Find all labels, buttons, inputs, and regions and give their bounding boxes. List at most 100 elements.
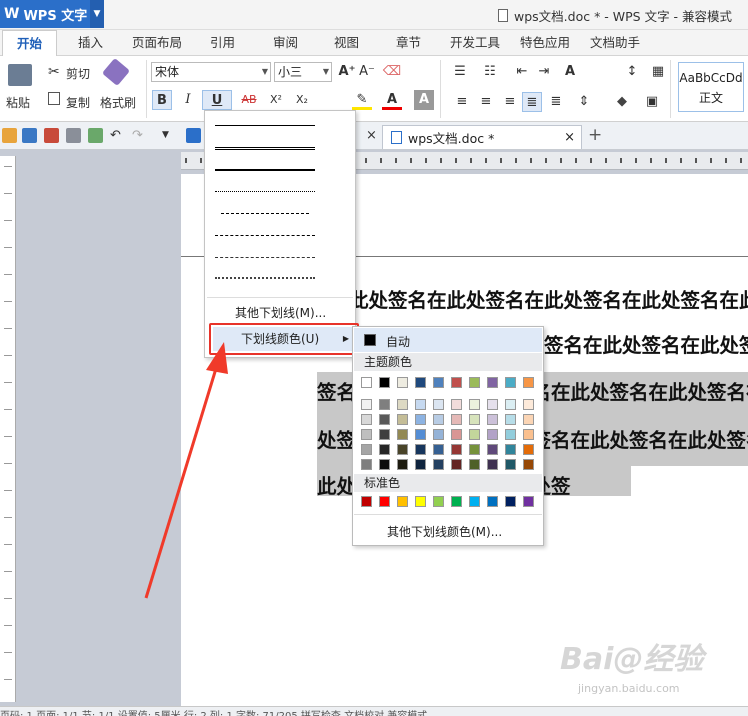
underline-dotted[interactable] <box>215 191 315 192</box>
print-preview-icon[interactable] <box>88 128 103 143</box>
color-swatch[interactable] <box>397 496 408 507</box>
app-menu-button[interactable]: W WPS 文字 ▼ <box>0 0 104 28</box>
color-swatch[interactable] <box>505 414 516 425</box>
color-swatch[interactable] <box>487 429 498 440</box>
color-swatch[interactable] <box>451 496 462 507</box>
color-swatch[interactable] <box>523 444 534 455</box>
color-swatch[interactable] <box>433 399 444 410</box>
tab-developer[interactable]: 开发工具 <box>450 30 500 56</box>
color-swatch[interactable] <box>523 377 534 388</box>
color-swatch[interactable] <box>415 459 426 470</box>
tab-view[interactable]: 视图 <box>334 30 359 56</box>
color-swatch[interactable] <box>415 414 426 425</box>
color-swatch[interactable] <box>415 377 426 388</box>
color-swatch[interactable] <box>433 496 444 507</box>
cut-button[interactable]: 剪切 <box>66 65 90 82</box>
color-swatch[interactable] <box>505 496 516 507</box>
color-swatch[interactable] <box>361 399 372 410</box>
color-swatch[interactable] <box>361 496 372 507</box>
tab-start[interactable]: 开始 <box>2 30 58 57</box>
document-tab[interactable]: wps文档.doc * × <box>382 125 582 149</box>
chevron-down-icon[interactable]: ▼ <box>90 0 104 28</box>
color-swatch[interactable] <box>469 377 480 388</box>
underline-wave[interactable] <box>215 277 315 279</box>
paragraph-shading-icon[interactable]: ◆ <box>612 92 632 112</box>
char-shading-icon[interactable]: A <box>414 90 434 110</box>
save-icon[interactable] <box>22 128 37 143</box>
color-swatch[interactable] <box>505 429 516 440</box>
color-swatch[interactable] <box>397 377 408 388</box>
text-line[interactable]: 此处签名在此处签名在此处签名在此处签名在此处签 <box>349 284 748 313</box>
tab-insert[interactable]: 插入 <box>78 30 103 56</box>
font-color-icon[interactable]: A <box>382 90 402 110</box>
paste-icon[interactable] <box>8 64 32 86</box>
color-swatch[interactable] <box>451 429 462 440</box>
color-swatch[interactable] <box>433 414 444 425</box>
tab-reference[interactable]: 引用 <box>210 30 235 56</box>
close-tab-icon[interactable]: × <box>564 130 575 145</box>
color-swatch[interactable] <box>379 496 390 507</box>
color-swatch[interactable] <box>451 459 462 470</box>
color-swatch[interactable] <box>415 444 426 455</box>
more-underlines-item[interactable]: 其他下划线(M)... <box>235 304 326 321</box>
align-center-icon[interactable]: ≡ <box>476 92 496 112</box>
undo-icon[interactable]: ↶ <box>110 128 125 143</box>
color-swatch[interactable] <box>397 429 408 440</box>
color-swatch[interactable] <box>505 399 516 410</box>
distribute-icon[interactable]: ≣ <box>546 92 566 112</box>
color-swatch[interactable] <box>397 414 408 425</box>
color-swatch[interactable] <box>415 429 426 440</box>
copy-button[interactable]: 复制 <box>66 94 90 111</box>
font-size-select[interactable]: 小三 ▼ <box>274 62 332 82</box>
color-swatch[interactable] <box>379 399 390 410</box>
underline-button[interactable]: U <box>202 90 232 110</box>
line-spacing-icon[interactable]: ⇕ <box>574 92 594 112</box>
color-swatch[interactable] <box>361 429 372 440</box>
color-swatch[interactable] <box>379 414 390 425</box>
color-swatch[interactable] <box>433 429 444 440</box>
format-painter-button[interactable]: 格式刷 <box>100 94 136 111</box>
grow-font-icon[interactable]: A⁺ <box>337 62 357 82</box>
decrease-indent-icon[interactable]: ⇤ <box>512 62 532 82</box>
border-icon[interactable]: ▣ <box>642 92 662 112</box>
more-underline-colors-item[interactable]: 其他下划线颜色(M)... <box>387 523 502 540</box>
tab-doc-helper[interactable]: 文档助手 <box>590 30 640 56</box>
highlight-icon[interactable]: ✎ <box>352 90 372 110</box>
export-pdf-icon[interactable] <box>44 128 59 143</box>
color-swatch[interactable] <box>469 399 480 410</box>
color-swatch[interactable] <box>379 444 390 455</box>
color-swatch[interactable] <box>415 399 426 410</box>
customize-toolbar-icon[interactable]: ▼ <box>162 128 177 143</box>
shrink-font-icon[interactable]: A⁻ <box>357 62 377 82</box>
increase-indent-icon[interactable]: ⇥ <box>534 62 554 82</box>
color-swatch[interactable] <box>451 377 462 388</box>
new-tab-icon[interactable]: + <box>588 127 603 144</box>
table-icon[interactable]: ▦ <box>648 62 668 82</box>
color-swatch[interactable] <box>469 429 480 440</box>
tab-section[interactable]: 章节 <box>396 30 421 56</box>
color-swatch[interactable] <box>379 377 390 388</box>
redo-icon[interactable]: ↷ <box>132 128 147 143</box>
color-swatch[interactable] <box>397 399 408 410</box>
color-swatch[interactable] <box>523 429 534 440</box>
auto-color-item[interactable]: 自动 <box>354 328 542 352</box>
color-swatch[interactable] <box>469 459 480 470</box>
color-swatch[interactable] <box>451 399 462 410</box>
color-swatch[interactable] <box>451 444 462 455</box>
align-right-icon[interactable]: ≡ <box>500 92 520 112</box>
color-swatch[interactable] <box>361 444 372 455</box>
color-swatch[interactable] <box>469 496 480 507</box>
tab-review[interactable]: 审阅 <box>273 30 298 56</box>
color-swatch[interactable] <box>379 459 390 470</box>
color-swatch[interactable] <box>487 377 498 388</box>
clear-format-icon[interactable]: ⌫ <box>382 62 402 82</box>
sort-icon[interactable]: ↕ <box>622 62 642 82</box>
color-swatch[interactable] <box>487 459 498 470</box>
bold-button[interactable]: B <box>152 90 172 110</box>
tab-special[interactable]: 特色应用 <box>520 30 570 56</box>
cloud-icon[interactable] <box>186 128 201 143</box>
underline-double[interactable] <box>215 147 315 151</box>
color-swatch[interactable] <box>487 399 498 410</box>
color-swatch[interactable] <box>433 444 444 455</box>
style-normal[interactable]: AaBbCcDd 正文 <box>678 62 744 112</box>
